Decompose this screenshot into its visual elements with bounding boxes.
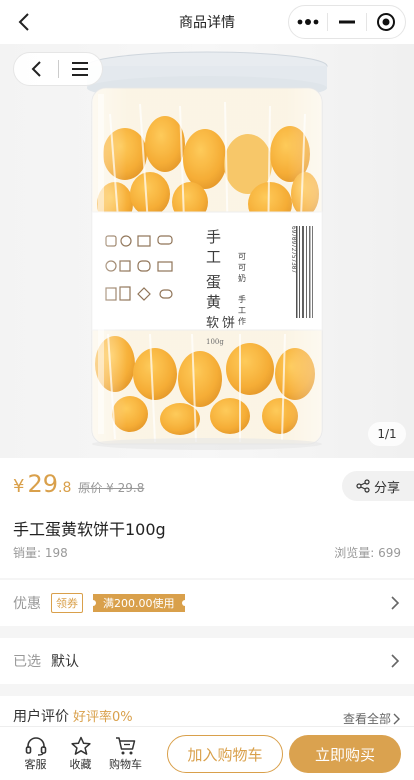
back-button[interactable] <box>8 6 40 38</box>
cart-button[interactable]: 购物车 <box>103 736 148 772</box>
product-jar-image: 手 工 蛋 黄 软 饼 可 可 奶 手 工 作 100g 69709727573… <box>0 44 414 458</box>
more-dots-icon <box>297 19 319 25</box>
selected-spec-row[interactable]: 已选 默认 <box>0 638 414 684</box>
more-button[interactable] <box>289 6 327 38</box>
favorite-label: 收藏 <box>69 757 92 771</box>
shopping-cart-icon <box>115 736 135 754</box>
view-count: 浏览量: 699 <box>334 546 401 560</box>
reviews-title: 用户评价 <box>13 709 69 725</box>
sales-count: 销量: 198 <box>13 546 68 560</box>
chevron-right-icon <box>391 596 400 610</box>
share-label: 分享 <box>373 480 400 496</box>
image-counter: 1/1 <box>368 422 406 446</box>
floating-menu-button[interactable] <box>59 53 103 85</box>
mini-program-capsule <box>288 5 406 39</box>
selected-value: 默认 <box>51 654 79 670</box>
page-title: 商品详情 <box>179 15 235 31</box>
buy-now-button[interactable]: 立即购买 <box>289 735 401 773</box>
selected-label: 已选 <box>13 654 41 670</box>
price-decimal: .8 <box>58 480 72 496</box>
coupon-ticket[interactable]: 满200.00使用 <box>90 594 187 612</box>
review-rate: 好评率0% <box>73 710 133 725</box>
chevron-right-icon <box>391 654 400 668</box>
original-price: 原价 ¥ 29.8 <box>78 481 145 495</box>
floating-nav-capsule <box>13 52 103 86</box>
favorite-button[interactable]: 收藏 <box>58 736 103 772</box>
customer-service-label: 客服 <box>24 757 47 771</box>
target-close-icon <box>377 13 395 31</box>
price-integer: 29 <box>27 470 58 498</box>
share-icon <box>356 479 370 493</box>
minus-icon <box>339 20 355 24</box>
add-to-cart-button[interactable]: 加入购物车 <box>167 735 283 773</box>
price-section: ¥ 29 .8 原价 ¥ 29.8 分享 手工蛋黄软饼干100g 销量: 198… <box>0 458 414 578</box>
cart-label: 购物车 <box>109 757 142 771</box>
star-icon <box>70 736 91 755</box>
headset-icon <box>25 736 46 756</box>
promo-label: 优惠 <box>13 596 41 612</box>
customer-service-button[interactable]: 客服 <box>13 736 58 772</box>
chevron-left-icon <box>31 61 41 77</box>
minimize-button[interactable] <box>328 6 366 38</box>
chevron-left-icon <box>18 13 29 31</box>
promo-row[interactable]: 优惠 领券 满200.00使用 <box>0 580 414 626</box>
price-row: ¥ 29 .8 原价 ¥ 29.8 <box>13 470 144 498</box>
top-navbar: 商品详情 <box>0 0 414 44</box>
currency-symbol: ¥ <box>13 476 25 497</box>
reviews-row[interactable]: 用户评价 好评率0% 查看全部 <box>0 696 414 726</box>
floating-back-button[interactable] <box>14 53 58 85</box>
view-all-reviews-link[interactable]: 查看全部 <box>343 710 400 727</box>
product-name: 手工蛋黄软饼干100g <box>13 520 166 539</box>
view-all-label: 查看全部 <box>342 712 391 726</box>
chevron-right-icon <box>393 713 400 724</box>
hamburger-menu-icon <box>72 62 89 76</box>
close-button[interactable] <box>367 6 405 38</box>
product-image-gallery[interactable]: 手 工 蛋 黄 软 饼 可 可 奶 手 工 作 100g 69709727573… <box>0 44 414 458</box>
bottom-action-bar: 客服 收藏 购物车 加入购物车 立即购买 <box>0 726 414 780</box>
share-button[interactable]: 分享 <box>342 471 414 501</box>
coupon-tag[interactable]: 领券 <box>51 593 83 613</box>
